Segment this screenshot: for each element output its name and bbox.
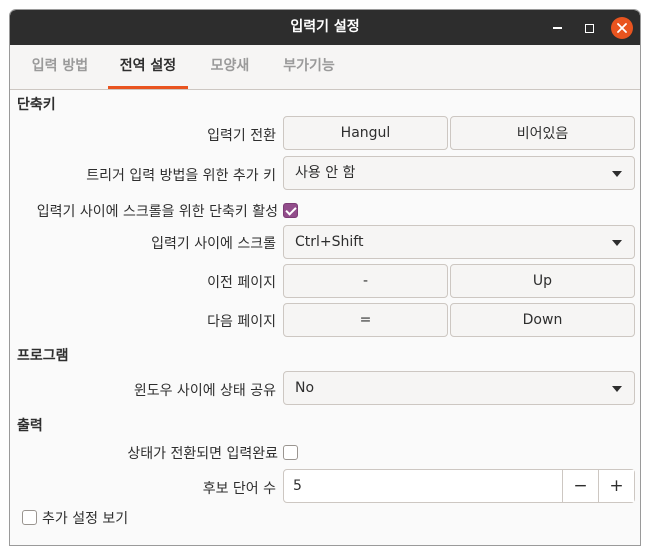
minus-icon: − bbox=[573, 476, 588, 496]
prev-page-key-primary-button[interactable]: - bbox=[283, 264, 448, 298]
trigger-key-secondary-button[interactable]: 비어있음 bbox=[450, 116, 635, 150]
extra-key-dropdown[interactable]: 사용 안 함 bbox=[283, 156, 635, 190]
trigger-label: 입력기 전환 bbox=[207, 128, 276, 144]
tab-global-config[interactable]: 전역 설정 bbox=[108, 45, 188, 89]
decrement-button[interactable]: − bbox=[562, 470, 598, 502]
tab-bar: 입력 방법 전역 설정 모양새 부가기능 bbox=[10, 45, 640, 90]
increment-button[interactable]: + bbox=[598, 470, 634, 502]
next-page-label: 다음 페이지 bbox=[207, 314, 276, 330]
section-title-output: 출력 bbox=[17, 418, 43, 434]
minimize-button[interactable] bbox=[546, 17, 568, 39]
trigger-key-primary-button[interactable]: Hangul bbox=[283, 116, 448, 150]
show-advanced-checkbox[interactable] bbox=[22, 510, 37, 525]
tab-addons[interactable]: 부가기능 bbox=[272, 45, 346, 89]
scroll-label: 입력기 사이에 스크롤 bbox=[151, 236, 276, 252]
section-title-program: 프로그램 bbox=[17, 348, 69, 364]
share-state-label: 윈도우 사이에 상태 공유 bbox=[133, 383, 276, 399]
candidate-count-label: 후보 단어 수 bbox=[202, 481, 276, 497]
candidate-count-spinner: 5 − + bbox=[283, 469, 635, 503]
prev-page-key-secondary-button[interactable]: Up bbox=[450, 264, 635, 298]
section-title-shortcuts: 단축키 bbox=[17, 97, 56, 113]
enable-scroll-label: 입력기 사이에 스크롤을 위한 단축키 활성 bbox=[36, 204, 278, 220]
tab-input-method[interactable]: 입력 방법 bbox=[22, 45, 98, 89]
commit-on-switch-checkbox[interactable] bbox=[283, 445, 298, 460]
close-button[interactable] bbox=[611, 17, 633, 39]
extra-key-value: 사용 안 함 bbox=[295, 165, 356, 181]
next-page-key-secondary-button[interactable]: Down bbox=[450, 303, 635, 337]
prev-page-label: 이전 페이지 bbox=[207, 275, 276, 291]
minimize-icon bbox=[552, 27, 562, 29]
scroll-key-dropdown[interactable]: Ctrl+Shift bbox=[283, 225, 635, 259]
plus-icon: + bbox=[609, 476, 624, 496]
share-state-dropdown[interactable]: No bbox=[283, 371, 635, 405]
chevron-down-icon bbox=[612, 171, 622, 177]
maximize-icon bbox=[584, 23, 594, 33]
candidate-count-value[interactable]: 5 bbox=[293, 470, 302, 502]
chevron-down-icon bbox=[612, 240, 622, 246]
enable-scroll-checkbox[interactable] bbox=[283, 203, 298, 218]
close-icon bbox=[617, 23, 627, 33]
next-page-key-primary-button[interactable]: = bbox=[283, 303, 448, 337]
maximize-button[interactable] bbox=[578, 17, 600, 39]
show-advanced-label[interactable]: 추가 설정 보기 bbox=[42, 508, 128, 528]
commit-on-switch-label: 상태가 전환되면 입력완료 bbox=[127, 446, 278, 462]
input-method-settings-window: 입력기 설정 입력 방법 전역 설정 모양새 부가기능 단축키 입력기 전환 H… bbox=[9, 9, 641, 546]
scroll-key-value: Ctrl+Shift bbox=[295, 234, 364, 250]
tab-appearance[interactable]: 모양새 bbox=[200, 45, 260, 89]
share-state-value: No bbox=[295, 380, 315, 396]
extra-key-label: 트리거 입력 방법을 위한 추가 키 bbox=[86, 168, 276, 184]
chevron-down-icon bbox=[612, 386, 622, 392]
title-bar[interactable]: 입력기 설정 bbox=[10, 10, 640, 45]
